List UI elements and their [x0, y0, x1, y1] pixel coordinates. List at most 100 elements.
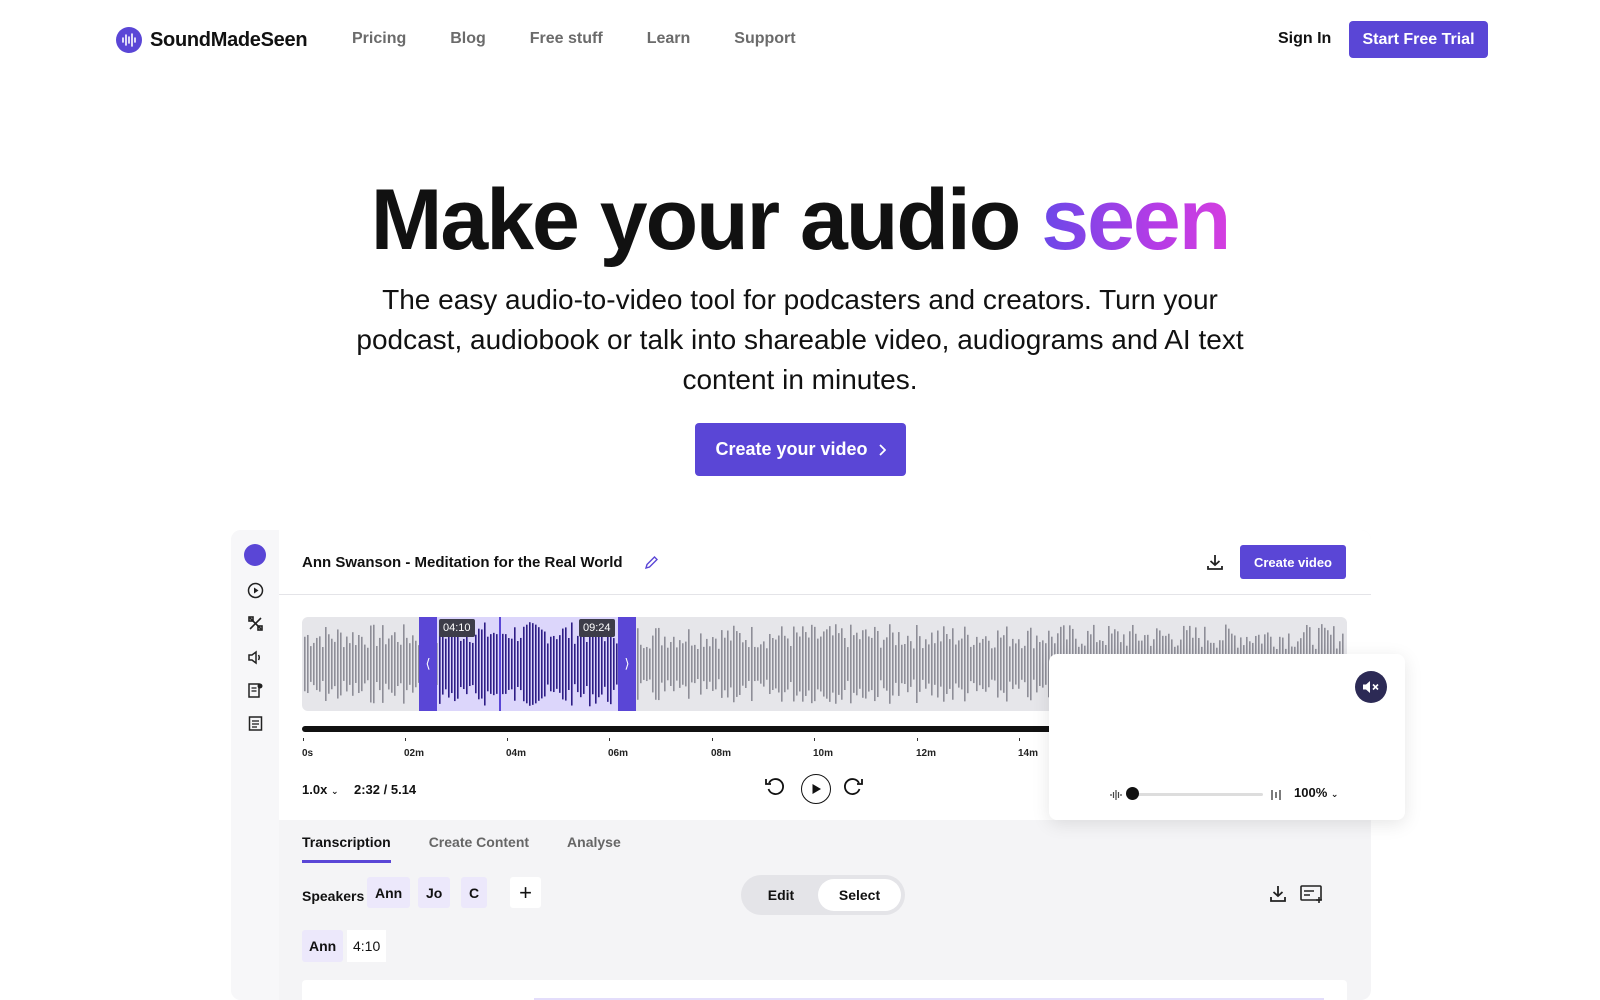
design-tools-icon[interactable]: [245, 613, 265, 633]
waveform-bar: [307, 634, 309, 694]
waveform-bar: [766, 648, 768, 680]
waveform-bar: [496, 634, 498, 694]
waveform-bar: [382, 625, 384, 703]
brand-logo[interactable]: SoundMadeSeen: [116, 27, 308, 53]
waveform-bar: [400, 644, 402, 684]
waveform-bar: [961, 638, 963, 690]
waveform-bar: [475, 634, 477, 694]
play-circle-icon[interactable]: [245, 580, 265, 600]
waveform-bar: [817, 638, 819, 690]
waveform-bar: [562, 628, 564, 700]
pencil-icon[interactable]: [644, 555, 659, 575]
tab-create-content[interactable]: Create Content: [429, 834, 529, 863]
waveform-bar: [796, 632, 798, 696]
selection-end-handle[interactable]: ⟩: [618, 617, 636, 711]
waveform-bar: [802, 626, 804, 702]
waveform-bar: [919, 636, 921, 692]
waveform-bar: [574, 643, 576, 685]
document-icon[interactable]: [245, 713, 265, 733]
waveform-bar: [484, 622, 486, 706]
waveform-bar: [607, 626, 609, 702]
sign-in-link[interactable]: Sign In: [1278, 30, 1331, 48]
nav-link-learn[interactable]: Learn: [647, 30, 691, 48]
subtitles-icon[interactable]: [1300, 884, 1324, 909]
waveform-bar: [793, 626, 795, 702]
waveform-bar: [412, 635, 414, 693]
volume-value: 100%: [1294, 785, 1328, 800]
waveform-bar: [772, 638, 774, 690]
waveform-bar: [913, 648, 915, 680]
waveform-bar: [553, 635, 555, 693]
playback-speed-select[interactable]: 1.0x ⌄: [302, 782, 338, 797]
nav-links: Pricing Blog Free stuff Learn Support: [352, 30, 840, 48]
volume-slider-knob[interactable]: [1126, 787, 1139, 800]
waveform-bar: [538, 627, 540, 701]
waveform-bar: [361, 636, 363, 692]
waveform-bar: [982, 638, 984, 690]
playback-speed-value: 1.0x: [302, 782, 328, 797]
rewind-icon[interactable]: [763, 774, 787, 803]
waveform-bar: [529, 622, 531, 706]
playhead[interactable]: [499, 617, 501, 711]
start-free-trial-button[interactable]: Start Free Trial: [1349, 21, 1488, 58]
waveform-bar: [922, 648, 924, 680]
nav-link-pricing[interactable]: Pricing: [352, 30, 406, 48]
nav-link-support[interactable]: Support: [734, 30, 795, 48]
segment-speaker[interactable]: Ann: [302, 930, 344, 962]
waveform-bar: [583, 634, 585, 694]
waveform-bar: [577, 635, 579, 693]
waveform-bar: [958, 640, 960, 688]
speaker-chip-ann[interactable]: Ann: [367, 877, 411, 908]
chevron-right-icon: [878, 443, 886, 456]
mute-button[interactable]: [1355, 671, 1387, 703]
waveform-bar: [340, 632, 342, 696]
speaker-chip-jo[interactable]: Jo: [418, 877, 451, 908]
content-icon[interactable]: [245, 680, 265, 700]
toggle-edit[interactable]: Edit: [745, 879, 817, 911]
speaker-chip-c[interactable]: C: [461, 877, 488, 908]
download-transcript-icon[interactable]: [1268, 884, 1288, 909]
segment-time: 4:10: [347, 930, 387, 962]
waveform-bar: [316, 637, 318, 691]
waveform-bar: [673, 636, 675, 692]
add-speaker-button[interactable]: +: [510, 877, 541, 908]
waveform-bar: [661, 645, 663, 683]
volume-slider[interactable]: [1133, 793, 1263, 796]
waveform-bar: [373, 624, 375, 704]
create-your-video-button[interactable]: Create your video: [695, 423, 906, 476]
download-icon[interactable]: [1205, 552, 1225, 577]
waveform-bar: [856, 632, 858, 696]
waveform-bar: [739, 633, 741, 695]
waveform-bar: [367, 647, 369, 681]
waveform-bar: [946, 634, 948, 694]
waveform-bar: [997, 630, 999, 698]
waveform-bar: [385, 644, 387, 684]
waveform-bar: [664, 636, 666, 692]
waveform-bar: [505, 634, 507, 694]
volume-select[interactable]: 100% ⌄: [1294, 785, 1338, 800]
waveform-bar: [991, 648, 993, 680]
waveform-bar: [448, 630, 450, 698]
selection-start-handle[interactable]: ⟨: [419, 617, 437, 711]
forward-icon[interactable]: [841, 774, 865, 803]
waveform-bar: [811, 624, 813, 704]
waveform-bar: [718, 648, 720, 680]
nav-link-free-stuff[interactable]: Free stuff: [530, 30, 603, 48]
play-button[interactable]: [801, 774, 831, 804]
waveform-bar: [760, 644, 762, 684]
create-video-button[interactable]: Create video: [1240, 545, 1346, 579]
waveform-bar: [460, 640, 462, 688]
tab-analyse[interactable]: Analyse: [567, 834, 621, 863]
toggle-select[interactable]: Select: [818, 879, 901, 911]
waveform-bar: [769, 633, 771, 695]
waveform-bar: [1015, 643, 1017, 685]
waveform-bar: [832, 635, 834, 693]
waveform-bar: [550, 636, 552, 692]
brand-name: SoundMadeSeen: [150, 28, 308, 51]
waveform-bar: [541, 629, 543, 699]
waveform-bar: [313, 642, 315, 686]
nav-link-blog[interactable]: Blog: [450, 30, 486, 48]
tab-transcription[interactable]: Transcription: [302, 834, 391, 863]
transcript-text[interactable]: [302, 980, 1347, 1000]
speaker-icon[interactable]: [245, 647, 265, 667]
